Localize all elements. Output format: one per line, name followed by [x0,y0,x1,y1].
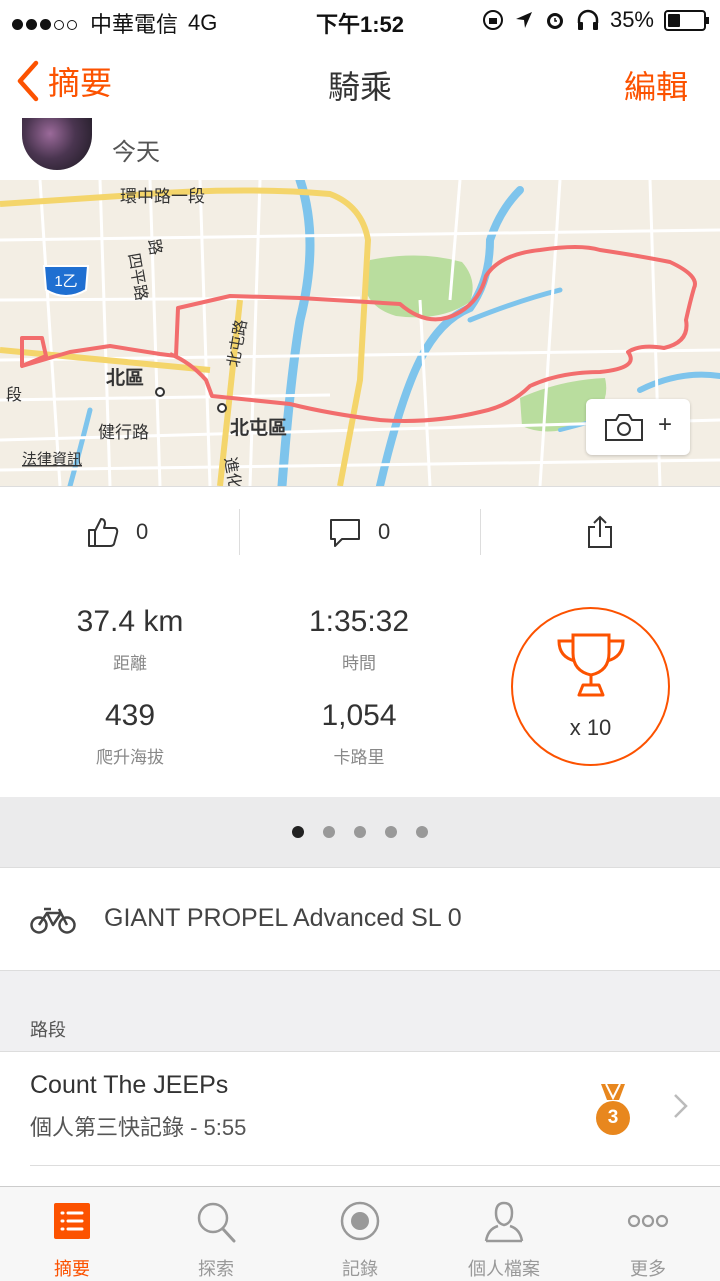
stat-value: 1,054 [321,699,397,732]
location-arrow-icon [515,12,532,28]
segment-name: Count The JEEPs [30,1071,229,1099]
tab-label: 記錄 [342,1259,378,1279]
profile-icon [484,1201,524,1243]
divider [239,509,240,555]
stat-time: 1:35:32 時間 [259,605,459,674]
share-button[interactable] [586,487,614,577]
more-icon [627,1214,669,1228]
achievements-button[interactable]: x 10 [511,607,670,766]
chevron-right-icon [674,1094,688,1118]
map-label: 進化 [221,456,244,486]
kudos-count: 0 [136,519,149,544]
comment-button[interactable]: 0 [328,487,390,577]
headphones-icon [577,9,599,30]
plus-icon: + [657,411,672,438]
camera-icon [605,414,643,441]
page-dot[interactable] [354,826,366,838]
route-map[interactable]: 1乙 環中路一段 路 四平路 北屯路 北區 北屯區 健行路 段 進化 法律資訊 … [0,180,720,486]
stat-value: 1:35:32 [308,605,410,638]
bike-icon [30,907,76,934]
segment-row[interactable]: Count The JEEPs 個人第三快記錄 - 5:55 3 [0,1051,720,1187]
rotation-lock-icon [482,10,503,30]
map-poi-dot [217,403,227,413]
divider [30,1165,720,1166]
status-bar: 中華電信 4G 下午1:52 35% [0,0,720,40]
tab-explore[interactable]: 探索 [144,1187,288,1281]
tab-label: 摘要 [54,1259,90,1279]
stat-label: 距離 [113,654,147,673]
bronze-medal-icon: 3 [594,1084,632,1136]
map-label: 路 [144,238,165,257]
kudos-button[interactable]: 0 [86,487,148,577]
stat-elevation: 439 爬升海拔 [30,699,230,768]
social-actions: 0 0 [0,486,720,578]
tab-more[interactable]: 更多 [576,1187,720,1281]
comment-count: 0 [378,519,391,544]
map-label: 段 [6,386,22,404]
avatar[interactable] [22,118,92,170]
activity-header: 今天 [0,118,720,180]
tab-label: 更多 [630,1259,666,1279]
stat-label: 卡路里 [333,748,385,767]
page-dot[interactable] [292,826,304,838]
bike-name: GIANT PROPEL Advanced SL 0 [104,904,462,932]
legal-link: 法律資訊 [22,451,82,468]
stat-distance: 37.4 km 距離 [30,605,230,674]
medal-rank: 3 [607,1107,619,1128]
divider [480,509,481,555]
map-poi-dot [155,387,165,397]
park-area [364,255,473,318]
share-icon [588,515,612,548]
tab-profile[interactable]: 個人檔案 [432,1187,576,1281]
tab-label: 探索 [198,1259,234,1279]
segment-detail: 個人第三快記錄 - 5:55 [30,1115,247,1140]
record-icon [340,1201,380,1241]
edit-button[interactable]: 編輯 [624,62,688,108]
navigation-bar: 摘要 騎乘 編輯 [0,40,720,125]
gear-row[interactable]: GIANT PROPEL Advanced SL 0 [0,868,720,971]
achievement-count: x 10 [569,715,612,740]
search-icon [197,1202,236,1243]
page-indicator[interactable] [0,797,720,868]
map-label: 四平路 [124,252,150,302]
map-label: 環中路一段 [120,187,205,206]
page-dot[interactable] [323,826,335,838]
trophy-icon [557,633,625,697]
segments-header: 路段 [30,1020,66,1040]
highway-badge: 1乙 [42,265,90,297]
stat-label: 時間 [342,654,376,673]
stat-label: 爬升海拔 [96,748,164,767]
battery-percent: 35% [609,7,654,32]
tab-feed[interactable]: 摘要 [0,1187,144,1281]
stat-calories: 1,054 卡路里 [259,699,459,768]
map-label: 北屯路 [224,318,250,368]
page-dot[interactable] [416,826,428,838]
stat-value: 37.4 km [76,605,184,638]
alarm-icon [546,13,563,29]
stat-value: 439 [104,699,156,732]
tab-bar: 摘要 探索 記錄 個人檔案 更多 [0,1186,720,1281]
map-label: 健行路 [98,423,149,442]
list-icon [54,1203,90,1239]
highway-badge-label: 1乙 [54,273,77,290]
map-label: 北屯區 [230,416,287,439]
thumbs-up-icon [88,518,119,547]
activity-date: 今天 [112,139,160,166]
battery-icon [664,9,709,31]
tab-label: 個人檔案 [468,1259,540,1279]
map-labels: 環中路一段 路 四平路 北屯路 北區 北屯區 健行路 段 進化 法律資訊 [6,187,287,486]
page-dot[interactable] [385,826,397,838]
page-title: 騎乘 [327,69,392,105]
comment-icon [330,519,360,547]
activity-stats: 37.4 km 距離 1:35:32 時間 439 爬升海拔 1,054 卡路里… [0,577,720,797]
add-photo-button[interactable]: + [586,399,690,455]
tab-record[interactable]: 記錄 [288,1187,432,1281]
map-label: 北區 [106,367,144,389]
